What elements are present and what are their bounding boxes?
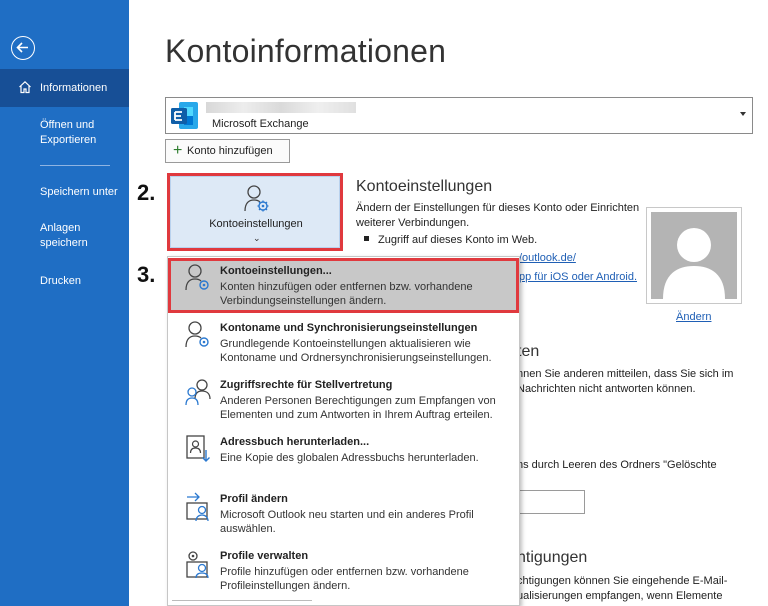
exchange-icon — [171, 102, 198, 129]
arrow-left-icon — [16, 42, 28, 53]
sidebar-item-drucken[interactable]: Drucken — [0, 274, 129, 289]
sidebar-item-anlagen-speichern[interactable]: Anlagen speichern — [0, 221, 110, 251]
account-settings-button-inner: Kontoeinstellungen ⌄ — [170, 176, 340, 248]
outlook-web-link[interactable]: /outlook.de/ — [519, 252, 576, 264]
step-label-2: 2. — [137, 180, 156, 205]
mailbox-size-field — [517, 490, 585, 514]
sidebar-divider — [40, 165, 110, 166]
manage-profiles-icon — [186, 551, 209, 579]
sidebar-item-label: Informationen — [40, 82, 108, 94]
menu-item-title: Kontoname und Synchronisierungseinstellu… — [220, 322, 478, 334]
menu-item-description: Konten hinzufügen oder entfernen bzw. vo… — [220, 281, 473, 307]
menu-item-title: Adressbuch herunterladen... — [220, 436, 370, 448]
menu-item-title: Profile verwalten — [220, 550, 309, 562]
profile-photo — [646, 207, 742, 304]
notifications-heading: ntigungen — [517, 549, 588, 566]
account-type: Microsoft Exchange — [212, 118, 309, 130]
account-settings-heading: Kontoeinstellungen — [356, 178, 493, 195]
menu-item-description: Anderen Personen Berechtigungen zum Empf… — [220, 395, 496, 421]
sidebar-item-label: Speichern unter — [40, 186, 118, 198]
bullet-icon — [364, 236, 369, 241]
menu-item-download-address-book[interactable]: Adressbuch herunterladen... Eine Kopie d… — [168, 429, 519, 484]
sidebar-item-label: Öffnen und Exportieren — [40, 119, 97, 146]
sidebar-item-speichern-unter[interactable]: Speichern unter — [0, 185, 129, 200]
auto-reply-heading: ten — [517, 343, 540, 360]
account-name-redacted — [206, 102, 356, 113]
person-gear-icon — [185, 264, 209, 291]
back-button[interactable] — [11, 36, 35, 60]
menu-item-delegate-access[interactable]: Zugriffsrechte für Stellvertretung Ander… — [168, 372, 519, 427]
menu-item-manage-profiles[interactable]: Profile verwalten Profile hinzufügen ode… — [168, 543, 519, 598]
page-title: Kontoinformationen — [165, 33, 447, 69]
person-silhouette-icon — [663, 228, 725, 299]
sidebar-item-informationen[interactable]: Informationen — [0, 69, 129, 107]
profile-photo-placeholder — [651, 212, 737, 299]
web-access-bullet: Zugriff auf dieses Konto im Web. — [364, 234, 537, 246]
menu-item-title: Profil ändern — [220, 493, 288, 505]
change-photo-link[interactable]: Ändern — [676, 311, 711, 323]
sidebar-item-label: Anlagen speichern — [40, 222, 88, 249]
account-settings-button-label: Kontoeinstellungen — [209, 218, 303, 230]
account-settings-button[interactable]: Kontoeinstellungen ⌄ — [167, 173, 343, 251]
menu-footer-divider — [172, 600, 312, 605]
menu-item-description: Microsoft Outlook neu starten und ein an… — [220, 509, 474, 535]
menu-item-title: Kontoeinstellungen... — [220, 265, 332, 277]
menu-item-description: Grundlegende Kontoeinstellungen aktualis… — [220, 338, 492, 364]
menu-item-change-profile[interactable]: Profil ändern Microsoft Outlook neu star… — [168, 486, 519, 541]
web-access-text: Zugriff auf dieses Konto im Web. — [378, 234, 538, 246]
menu-item-account-settings[interactable]: Kontoeinstellungen... Konten hinzufügen … — [168, 258, 519, 313]
sidebar-item-label: Drucken — [40, 275, 81, 287]
account-settings-menu: Kontoeinstellungen... Konten hinzufügen … — [167, 256, 520, 606]
account-settings-description: Ändern der Einstellungen für dieses Kont… — [356, 202, 640, 229]
notifications-text: chtigungen können Sie eingehende E-Mail-… — [517, 575, 728, 602]
auto-reply-text: nnen Sie anderen mitteilen, dass Sie sic… — [517, 368, 734, 395]
home-icon — [19, 80, 31, 94]
add-account-button[interactable]: + Konto hinzufügen — [165, 139, 290, 163]
mailbox-cleanup-text: ns durch Leeren des Ordners "Gelöschte — [517, 459, 717, 471]
change-profile-icon — [186, 492, 209, 522]
chevron-down-icon: ⌄ — [253, 233, 261, 243]
person-gear-icon — [244, 185, 269, 212]
add-account-label: Konto hinzufügen — [187, 145, 273, 157]
account-selector[interactable]: Microsoft Exchange — [165, 97, 753, 134]
sidebar: Informationen Öffnen und Exportieren Spe… — [0, 0, 129, 606]
menu-item-account-name-sync[interactable]: Kontoname und Synchronisierungseinstellu… — [168, 315, 519, 370]
sidebar-item-oeffnen-exportieren[interactable]: Öffnen und Exportieren — [0, 118, 129, 148]
menu-item-title: Zugriffsrechte für Stellvertretung — [220, 379, 393, 391]
mobile-app-link[interactable]: pp für iOS oder Android. — [519, 271, 637, 283]
address-book-download-icon — [186, 435, 210, 462]
chevron-down-icon — [740, 112, 746, 116]
plus-icon: + — [173, 142, 183, 159]
menu-item-description: Profile hinzufügen oder entfernen bzw. v… — [220, 566, 469, 592]
step-label-3: 3. — [137, 262, 156, 287]
menu-item-description: Eine Kopie des globalen Adressbuchs heru… — [220, 452, 479, 464]
delegate-people-icon — [185, 379, 211, 406]
person-gear-icon — [185, 321, 209, 348]
